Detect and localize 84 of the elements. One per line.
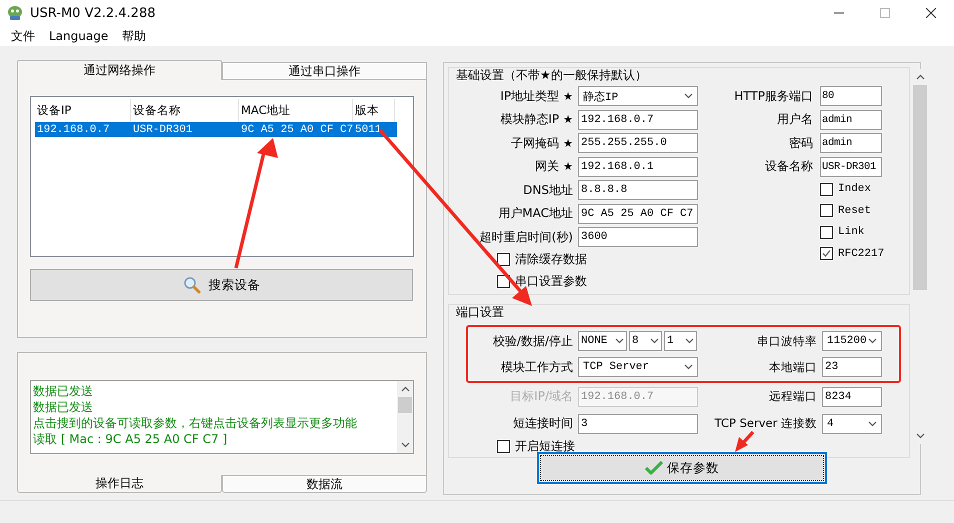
- table-row[interactable]: 192.168.0.7 USR-DR301 9C A5 25 A0 CF C7 5011: [35, 122, 397, 137]
- checkbox[interactable]: RFC2217: [820, 244, 909, 262]
- caret-icon: [684, 364, 693, 370]
- menu-item[interactable]: Language: [42, 29, 116, 43]
- input-field[interactable]: admin: [820, 110, 882, 130]
- caret-icon: [615, 338, 624, 344]
- menu-item[interactable]: 帮助: [115, 28, 154, 44]
- checkbox[interactable]: Reset: [820, 202, 909, 220]
- field-label: 目标IP/域名: [509, 388, 574, 405]
- field-label: 模块工作方式: [500, 358, 574, 376]
- caret-icon: [868, 338, 877, 344]
- input-field[interactable]: 192.168.0.1: [578, 156, 698, 176]
- checkmark-icon: [645, 461, 663, 475]
- log-line: 读取 [ Mac : 9C A5 25 A0 CF C7 ]: [33, 431, 228, 447]
- input-field[interactable]: 8.8.8.8: [578, 180, 698, 200]
- caret-icon: [685, 338, 694, 344]
- dropdown[interactable]: NONE: [578, 331, 627, 351]
- input-field[interactable]: admin: [820, 133, 882, 153]
- dropdown[interactable]: TCP Server: [578, 357, 698, 377]
- input-field[interactable]: 255.255.255.0: [578, 133, 698, 153]
- caret-icon: [868, 420, 877, 426]
- window-title: USR-M0 V2.2.4.288: [30, 6, 156, 20]
- input-field[interactable]: 23: [822, 357, 882, 377]
- input-field[interactable]: USR-DR301: [820, 156, 882, 176]
- checkbox[interactable]: Link: [820, 223, 909, 241]
- field-label: HTTP服务端口: [734, 88, 813, 104]
- table-cell-text: 9C A5 25 A0 CF C7: [240, 124, 353, 136]
- field-label: 超时重启时间(秒): [480, 228, 573, 246]
- field-label: IP地址类型: [500, 88, 560, 104]
- star-icon: ★: [563, 160, 573, 173]
- field-label: 密码: [789, 134, 813, 152]
- field-label: 设备名称: [765, 158, 813, 175]
- checkbox[interactable]: 清除缓存数据: [497, 250, 709, 268]
- field-label: 网关: [535, 158, 560, 175]
- field-label: 用户名: [777, 111, 813, 128]
- input-field[interactable]: 8234: [822, 386, 882, 406]
- input-field[interactable]: 9C A5 25 A0 CF C7: [578, 204, 698, 224]
- tab[interactable]: 通过串口操作: [222, 62, 427, 80]
- input-field[interactable]: 80: [820, 86, 882, 106]
- star-icon: ★: [563, 90, 573, 102]
- field-label: 本地端口: [768, 360, 818, 374]
- search-icon: [182, 276, 200, 294]
- dropdown[interactable]: 8: [629, 331, 662, 351]
- field-label: 用户MAC地址: [498, 205, 573, 222]
- field-label: 子网掩码: [511, 134, 560, 152]
- field-label: 短连接时间: [512, 415, 574, 432]
- tab[interactable]: 数据流: [222, 475, 427, 493]
- field-label: 远程端口: [768, 389, 818, 404]
- checkbox[interactable]: 开启短连接: [497, 437, 909, 455]
- input-field[interactable]: 3: [578, 414, 698, 434]
- field-label: 模块静态IP: [500, 111, 560, 128]
- log-line: 数据已发送: [33, 383, 94, 399]
- annotation-arrow: [735, 430, 754, 452]
- input-field[interactable]: 3600: [578, 227, 698, 247]
- dropdown[interactable]: 静态IP: [578, 86, 698, 106]
- caret-icon: [684, 93, 693, 99]
- log-line: 点击搜到的设备可读取参数，右键点击设备列表显示更多功能: [33, 415, 358, 431]
- checkmark-icon: [821, 248, 832, 259]
- input-field[interactable]: 192.168.0.7: [578, 110, 698, 130]
- dropdown[interactable]: 1: [664, 331, 697, 351]
- menu-item[interactable]: 文件: [4, 28, 42, 44]
- checkbox[interactable]: Index: [820, 180, 909, 198]
- table-cell-text: USR-DR301: [132, 124, 194, 136]
- dropdown[interactable]: 115200: [822, 331, 882, 351]
- scrollbar[interactable]: [397, 381, 413, 453]
- table-cell-text: 5011: [354, 124, 382, 136]
- tab[interactable]: 操作日志: [17, 475, 222, 493]
- scroll-thumb[interactable]: [913, 85, 927, 290]
- search-button[interactable]: 搜索设备: [30, 269, 413, 301]
- star-icon: ★: [563, 136, 573, 150]
- dropdown[interactable]: 4: [822, 414, 882, 434]
- field-label: 串口波特率: [756, 334, 818, 348]
- save-button[interactable]: 保存参数: [537, 452, 827, 484]
- field-label: DNS地址: [523, 182, 573, 198]
- checkbox[interactable]: 串口设置参数: [497, 272, 709, 290]
- table-cell-text: 192.168.0.7: [36, 124, 111, 136]
- tab[interactable]: 通过网络操作: [17, 60, 222, 80]
- field-label: 校验/数据/停止: [492, 332, 574, 350]
- star-icon: ★: [563, 113, 573, 126]
- scroll-thumb[interactable]: [398, 397, 412, 413]
- log-line: 数据已发送: [33, 399, 94, 415]
- app-icon: [6, 5, 24, 21]
- field-label: TCP Server 连接数: [714, 416, 818, 431]
- caret-icon: [650, 338, 659, 344]
